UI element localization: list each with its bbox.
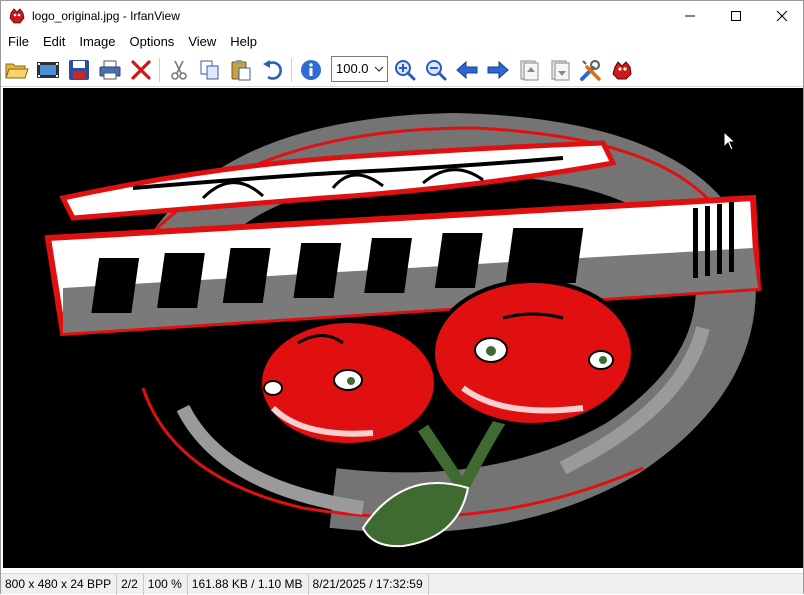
slideshow-button[interactable]: [35, 57, 61, 83]
previous-icon: [456, 60, 478, 80]
first-file-button[interactable]: [516, 57, 542, 83]
status-zoom: 100 %: [144, 573, 188, 595]
print-icon: [99, 60, 121, 80]
menu-file[interactable]: File: [1, 31, 36, 52]
zoom-combobox[interactable]: 100.0: [331, 56, 388, 82]
chevron-down-icon[interactable]: [374, 64, 384, 74]
open-icon: [5, 63, 29, 79]
maximize-icon: [731, 11, 741, 21]
last-file-button[interactable]: [547, 57, 573, 83]
undo-button[interactable]: [259, 57, 285, 83]
save-icon: [69, 60, 89, 80]
zoom-out-button[interactable]: [423, 57, 449, 83]
paste-button[interactable]: [228, 57, 254, 83]
window-title: logo_original.jpg - IrfanView: [32, 9, 180, 23]
irfanview-icon: [612, 61, 632, 80]
menu-edit[interactable]: Edit: [36, 31, 72, 52]
toolbar-separator: [291, 58, 292, 82]
zoom-out-icon: [426, 60, 447, 81]
cut-icon: [171, 60, 187, 80]
irfanview-app-icon[interactable]: [8, 7, 26, 25]
first-file-icon: [520, 60, 539, 81]
properties-icon: [580, 59, 601, 81]
menu-bar: File Edit Image Options View Help: [1, 31, 803, 52]
paste-icon: [231, 60, 251, 81]
mouse-cursor-icon: [723, 131, 737, 151]
close-button[interactable]: [759, 1, 804, 31]
save-button[interactable]: [66, 57, 92, 83]
cherry-logo-image: [3, 88, 803, 568]
minimize-button[interactable]: [667, 1, 713, 31]
zoom-value: 100.0: [336, 61, 369, 76]
next-icon: [487, 60, 509, 80]
slideshow-icon: [37, 62, 59, 78]
delete-button[interactable]: [128, 57, 154, 83]
zoom-in-button[interactable]: [392, 57, 418, 83]
menu-image[interactable]: Image: [72, 31, 122, 52]
next-button[interactable]: [485, 57, 511, 83]
last-file-icon: [551, 60, 570, 81]
status-file-size: 161.88 KB / 1.10 MB: [188, 573, 309, 595]
cut-button[interactable]: [166, 57, 192, 83]
print-button[interactable]: [97, 57, 123, 83]
toolbar: [1, 52, 803, 87]
close-icon: [776, 10, 788, 22]
toolbar-separator: [159, 58, 160, 82]
zoom-in-icon: [395, 60, 416, 81]
copy-icon: [200, 60, 219, 80]
image-canvas[interactable]: [3, 88, 803, 568]
delete-icon: [131, 60, 151, 80]
title-bar[interactable]: logo_original.jpg - IrfanView: [1, 1, 803, 31]
status-index: 2/2: [117, 573, 144, 595]
minimize-icon: [685, 15, 695, 17]
properties-button[interactable]: [578, 57, 604, 83]
irfanview-window: logo_original.jpg - IrfanView File Edit …: [0, 0, 804, 595]
menu-options[interactable]: Options: [123, 31, 182, 52]
info-icon: [301, 60, 321, 80]
menu-help[interactable]: Help: [223, 31, 264, 52]
previous-button[interactable]: [454, 57, 480, 83]
copy-button[interactable]: [197, 57, 223, 83]
irfanview-button[interactable]: [609, 57, 635, 83]
open-button[interactable]: [4, 57, 30, 83]
info-button[interactable]: [298, 57, 324, 83]
status-bar: 800 x 480 x 24 BPP 2/2 100 % 161.88 KB /…: [1, 573, 803, 595]
status-datetime: 8/21/2025 / 17:32:59: [309, 573, 429, 595]
maximize-button[interactable]: [713, 1, 759, 31]
menu-view[interactable]: View: [181, 31, 223, 52]
status-dimensions: 800 x 480 x 24 BPP: [1, 573, 118, 595]
undo-icon: [263, 60, 282, 80]
